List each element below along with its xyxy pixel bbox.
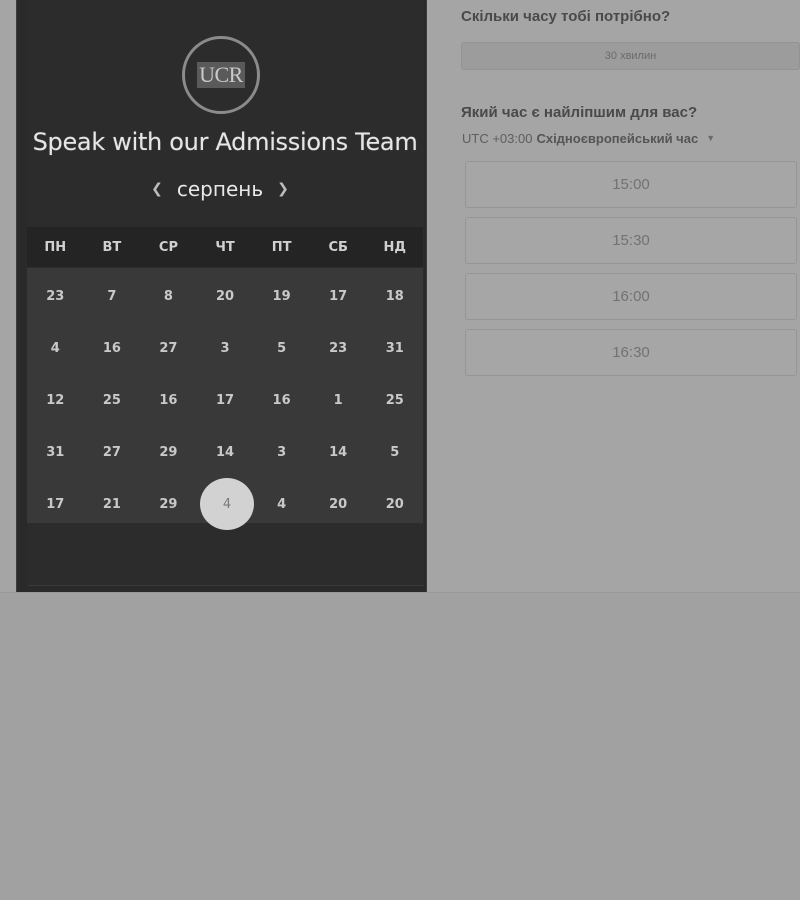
- calendar-day[interactable]: 31: [366, 322, 423, 374]
- weekday-label: СБ: [328, 239, 348, 255]
- logo-text: UCR: [197, 62, 245, 88]
- calendar-day[interactable]: 3: [253, 426, 310, 478]
- page: UCR Speak with our Admissions Team ❮ сер…: [0, 0, 800, 900]
- calendar-day[interactable]: 3: [197, 322, 254, 374]
- calendar-day[interactable]: 4: [253, 478, 310, 530]
- best-time-title: Який час є найліпшим для вас?: [461, 104, 698, 121]
- calendar-day[interactable]: 25: [84, 374, 141, 426]
- month-label: серпень: [176, 177, 264, 201]
- calendar-day[interactable]: 20: [366, 478, 423, 530]
- calendar-day[interactable]: 16: [84, 322, 141, 374]
- month-navigation: ❮ серпень ❯: [140, 174, 300, 204]
- time-slot-button[interactable]: 15:30: [465, 217, 797, 264]
- ucr-logo: UCR: [182, 36, 260, 114]
- calendar-day[interactable]: 27: [84, 426, 141, 478]
- weekday-header-row: ПН ВТ СР ЧТ ПТ СБ НД: [27, 227, 423, 267]
- time-slot-button[interactable]: 16:30: [465, 329, 797, 376]
- calendar-week: 23 7 8 20 19 17 18: [27, 270, 423, 322]
- caret-down-icon[interactable]: ▼: [706, 133, 715, 143]
- calendar-day[interactable]: 5: [366, 426, 423, 478]
- timezone-selector[interactable]: UTC +03:00 Східноєвропейський час ▼: [462, 128, 715, 148]
- calendar-day[interactable]: 7: [84, 270, 141, 322]
- calendar-day[interactable]: 4: [27, 322, 84, 374]
- calendar-day[interactable]: 17: [310, 270, 367, 322]
- time-slot-button[interactable]: 16:00: [465, 273, 797, 320]
- calendar-day[interactable]: 19: [253, 270, 310, 322]
- calendar-day[interactable]: 14: [197, 426, 254, 478]
- calendar-day[interactable]: 8: [140, 270, 197, 322]
- weekday-label: ПТ: [271, 239, 292, 255]
- calendar-day[interactable]: 18: [366, 270, 423, 322]
- chevron-right-icon[interactable]: ❯: [277, 181, 289, 197]
- calendar-day[interactable]: 23: [310, 322, 367, 374]
- widget-divider: [0, 592, 800, 593]
- timezone-offset: UTC +03:00: [462, 130, 533, 146]
- calendar-day[interactable]: 27: [140, 322, 197, 374]
- empty-page-area: [0, 594, 800, 900]
- calendar-day[interactable]: 20: [197, 270, 254, 322]
- calendar-day[interactable]: 12: [27, 374, 84, 426]
- calendar-day[interactable]: 14: [310, 426, 367, 478]
- weekday-label: СР: [158, 239, 178, 255]
- calendar-day[interactable]: 17: [27, 478, 84, 530]
- calendar-day[interactable]: 29: [140, 478, 197, 530]
- calendar-day[interactable]: 29: [140, 426, 197, 478]
- calendar-day[interactable]: 31: [27, 426, 84, 478]
- timezone-name: Східноєвропейський час: [536, 130, 699, 146]
- weekday-label: ЧТ: [215, 239, 235, 255]
- booking-widget: UCR Speak with our Admissions Team ❮ сер…: [0, 0, 800, 593]
- weekday-label: ПН: [44, 239, 67, 255]
- team-title: Speak with our Admissions Team: [32, 128, 418, 156]
- weekday-label: НД: [383, 239, 406, 255]
- weekday-label: ВТ: [102, 239, 122, 255]
- calendar-day[interactable]: 16: [253, 374, 310, 426]
- calendar-day[interactable]: 17: [197, 374, 254, 426]
- time-slot-button[interactable]: 15:00: [465, 161, 797, 208]
- calendar-week: 31 27 29 14 3 14 5: [27, 426, 423, 478]
- duration-title: Скільки часу тобі потрібно?: [461, 8, 671, 25]
- selected-day[interactable]: 4: [200, 478, 254, 530]
- calendar-day[interactable]: 20: [310, 478, 367, 530]
- calendar-day[interactable]: 25: [366, 374, 423, 426]
- calendar-day[interactable]: 5: [253, 322, 310, 374]
- calendar-day[interactable]: 16: [140, 374, 197, 426]
- duration-select[interactable]: 30 хвилин: [461, 42, 800, 70]
- calendar-day[interactable]: 23: [27, 270, 84, 322]
- calendar-day[interactable]: 1: [310, 374, 367, 426]
- calendar-day[interactable]: 21: [84, 478, 141, 530]
- chevron-left-icon[interactable]: ❮: [151, 181, 163, 197]
- calendar-week: 12 25 16 17 16 1 25: [27, 374, 423, 426]
- calendar-week: 4 16 27 3 5 23 31: [27, 322, 423, 374]
